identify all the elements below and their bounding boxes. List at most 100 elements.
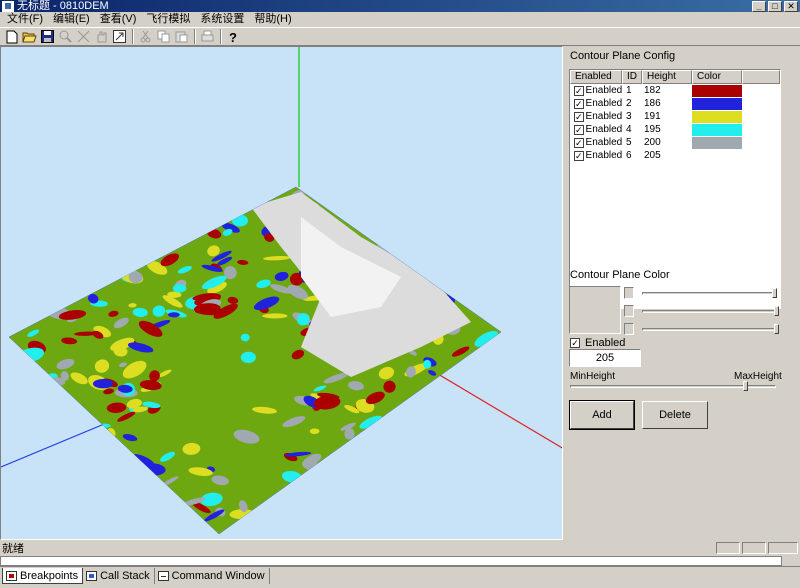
new-icon[interactable] [3,29,20,45]
status-pane-3 [768,542,798,554]
plane-color-title: Contour Plane Color [570,269,670,281]
row-id: 2 [626,98,632,109]
menu-settings[interactable]: 系统设置 [195,12,249,27]
tab-call-stack-label: Call Stack [100,570,150,582]
pan-icon[interactable] [93,29,110,45]
debug-tabs: Breakpoints Call Stack Command Window [0,566,800,588]
row-enabled-label: Enabled [585,150,623,161]
svg-text:?: ? [229,30,237,44]
command-window-icon [157,571,169,581]
row-enabled-label: Enabled [585,85,623,96]
color-preview [569,286,621,334]
row-enabled-cell[interactable]: ✓ Enabled [570,85,622,96]
status-bar: 就绪 [0,540,800,555]
row-checkbox-icon[interactable]: ✓ [574,98,584,109]
contour-config-panel: Contour Plane Config Enabled ID Height C… [564,46,800,540]
cut-icon[interactable] [137,29,154,45]
tab-breakpoints-label: Breakpoints [20,569,79,582]
menu-flight-sim[interactable]: 飞行模拟 [141,12,195,27]
blue-slider-thumb[interactable] [774,324,779,334]
row-checkbox-icon[interactable]: ✓ [574,85,584,96]
checkbox-icon[interactable]: ✓ [570,338,580,348]
table-row[interactable]: ✓ Enabled 2 186 [570,97,780,110]
blue-value-box [624,323,634,335]
open-icon[interactable] [21,29,38,45]
red-value-box [624,287,634,299]
terrain-3d-viewport[interactable] [0,46,563,540]
print-preview-icon[interactable] [199,29,216,45]
row-color-swatch [692,123,742,136]
status-pane-2 [742,542,766,554]
status-text: 就绪 [2,542,24,555]
table-row[interactable]: ✓ Enabled 3 191 [570,110,780,123]
row-enabled-cell[interactable]: ✓ Enabled [570,98,622,109]
menu-bar: 文件(F) 编辑(E) 查看(V) 飞行模拟 系统设置 帮助(H) [0,12,800,27]
table-row[interactable]: ✓ Enabled 1 182 [570,84,780,97]
row-enabled-label: Enabled [585,111,623,122]
menu-file[interactable]: 文件(F) [2,12,48,27]
height-slider-thumb[interactable] [743,381,748,391]
contour-list-header: Enabled ID Height Color [570,70,780,84]
green-slider-thumb[interactable] [774,306,779,316]
contour-list-body: ✓ Enabled 1 182 ✓ Enabled 2 186 ✓ Enabled 3 191 ✓ Ena… [570,84,780,162]
red-slider-track[interactable] [642,292,776,295]
help-icon[interactable]: ? [225,29,242,45]
paste-icon[interactable] [173,29,190,45]
delete-button[interactable]: Delete [642,401,708,429]
height-input[interactable]: 205 [569,349,641,367]
add-button[interactable]: Add [569,400,635,430]
green-value-box [624,305,634,317]
row-id: 5 [626,137,632,148]
menu-edit[interactable]: 编辑(E) [48,12,95,27]
row-id: 4 [626,124,632,135]
breakpoints-icon [6,570,17,581]
plane-enabled-label: Enabled [585,337,626,349]
title-bar: 无标题 - 0810DEM _ □ ✕ [0,0,800,12]
max-height-label: MaxHeight [734,371,782,382]
toolbar-separator [220,29,222,44]
table-row[interactable]: ✓ Enabled 5 200 [570,136,780,149]
row-height: 200 [644,137,661,148]
minimize-button[interactable]: _ [752,0,766,12]
row-enabled-cell[interactable]: ✓ Enabled [570,111,622,122]
output-area[interactable] [0,556,782,566]
save-icon[interactable] [39,29,56,45]
row-color-swatch [692,110,742,123]
copy-icon[interactable] [155,29,172,45]
row-id: 3 [626,111,632,122]
zoom-fit-icon[interactable] [75,29,92,45]
row-height: 205 [644,150,661,161]
tab-breakpoints[interactable]: Breakpoints [2,568,84,584]
close-button[interactable]: ✕ [784,0,798,12]
row-color-swatch [692,150,742,162]
blue-slider-track[interactable] [642,328,778,331]
contour-config-title: Contour Plane Config [570,50,676,62]
tab-call-stack[interactable]: Call Stack [83,568,155,584]
red-slider-thumb[interactable] [772,288,777,298]
col-enabled[interactable]: Enabled [570,70,622,84]
row-color-swatch [692,84,742,97]
rotate-icon[interactable] [111,29,128,45]
col-color[interactable]: Color [692,70,742,84]
row-checkbox-icon[interactable]: ✓ [574,111,584,122]
plane-enabled-checkbox[interactable]: ✓ Enabled [570,337,625,349]
menu-view[interactable]: 查看(V) [95,12,142,27]
tab-command-window[interactable]: Command Window [155,568,270,584]
row-enabled-cell[interactable]: ✓ Enabled [570,124,622,135]
terrain-render[interactable] [1,47,563,540]
toolbar-separator [194,29,196,44]
row-checkbox-icon[interactable]: ✓ [574,137,584,148]
col-id[interactable]: ID [622,70,642,84]
green-slider-track[interactable] [642,310,778,313]
app-icon [2,0,14,12]
col-height[interactable]: Height [642,70,692,84]
zoom-icon[interactable] [57,29,74,45]
table-row[interactable]: ✓ Enabled 6 205 [570,149,780,162]
row-checkbox-icon[interactable]: ✓ [574,124,584,135]
row-enabled-cell[interactable]: ✓ Enabled [570,137,622,148]
row-enabled-cell[interactable]: ✓ Enabled [570,150,622,161]
maximize-button[interactable]: □ [768,0,782,12]
row-checkbox-icon[interactable]: ✓ [574,150,584,161]
menu-help[interactable]: 帮助(H) [249,12,296,27]
table-row[interactable]: ✓ Enabled 4 195 [570,123,780,136]
